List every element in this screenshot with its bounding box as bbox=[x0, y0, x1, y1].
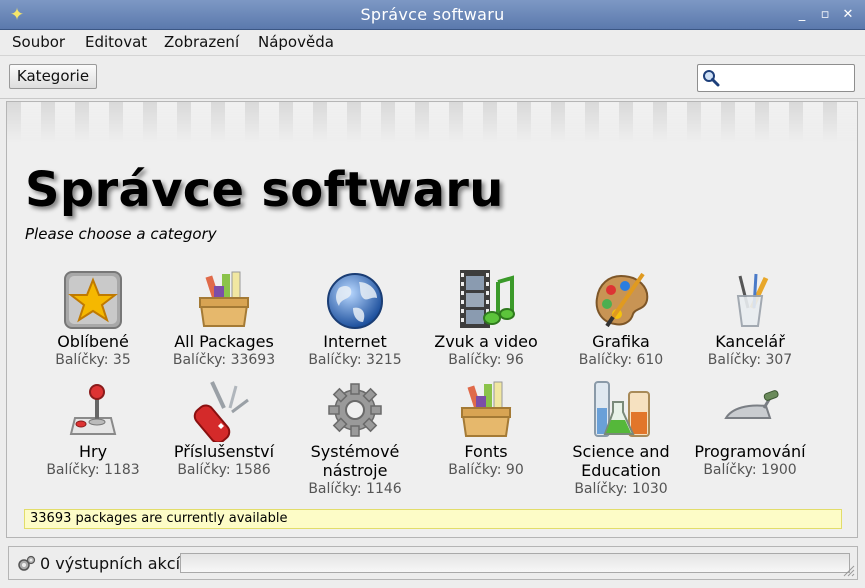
category-name: Science and Education bbox=[572, 442, 670, 480]
category-view: Správce softwaru Please choose a categor… bbox=[6, 101, 858, 538]
star-icon bbox=[64, 271, 122, 329]
lab-flask-icon bbox=[594, 381, 650, 437]
category-games[interactable]: Hry Balíčky: 1183 bbox=[24, 378, 162, 479]
header-stripes bbox=[7, 102, 857, 142]
category-name: Oblíbené bbox=[57, 332, 129, 351]
search-box[interactable] bbox=[697, 64, 855, 92]
packages-available-status: 33693 packages are currently available bbox=[24, 509, 842, 529]
search-input[interactable] bbox=[722, 68, 850, 88]
package-box-icon bbox=[198, 271, 250, 327]
gears-icon[interactable] bbox=[16, 554, 36, 574]
category-name: All Packages bbox=[174, 332, 274, 351]
category-accessories[interactable]: Příslušenství Balíčky: 1586 bbox=[155, 378, 293, 479]
category-count: Balíčky: 1900 bbox=[703, 462, 797, 478]
resize-grip-icon[interactable] bbox=[841, 563, 855, 577]
page-title: Správce softwaru bbox=[25, 162, 504, 218]
category-count: Balíčky: 3215 bbox=[308, 352, 402, 368]
category-all-packages[interactable]: All Packages Balíčky: 33693 bbox=[155, 268, 293, 369]
category-name: Kancelář bbox=[715, 332, 785, 351]
category-button[interactable]: Kategorie bbox=[9, 64, 97, 89]
category-count: Balíčky: 1183 bbox=[46, 462, 140, 478]
category-favorites[interactable]: Oblíbené Balíčky: 35 bbox=[24, 268, 162, 369]
window-title: Správce softwaru bbox=[360, 5, 505, 24]
category-sound-video[interactable]: Zvuk a video Balíčky: 96 bbox=[417, 268, 555, 369]
menu-file[interactable]: Soubor bbox=[12, 33, 65, 51]
menu-help[interactable]: Nápověda bbox=[258, 33, 334, 51]
progress-bar bbox=[180, 553, 850, 573]
palette-icon bbox=[595, 272, 649, 328]
pending-actions-label: 0 výstupních akcí bbox=[40, 554, 181, 573]
title-bar: ✦ Správce softwaru _ ▫ ✕ bbox=[0, 0, 865, 30]
category-count: Balíčky: 33693 bbox=[172, 352, 276, 368]
category-graphics[interactable]: Grafika Balíčky: 610 bbox=[552, 268, 690, 369]
menu-bar: Soubor Editovat Zobrazení Nápověda bbox=[0, 30, 865, 56]
category-count: Balíčky: 610 bbox=[578, 352, 664, 368]
category-count: Balíčky: 307 bbox=[707, 352, 793, 368]
category-name: Fonts bbox=[464, 442, 508, 461]
category-fonts[interactable]: Fonts Balíčky: 90 bbox=[417, 378, 555, 479]
status-bar: 0 výstupních akcí bbox=[8, 546, 858, 580]
category-science-education[interactable]: Science and Education Balíčky: 1030 bbox=[552, 378, 690, 498]
trowel-icon bbox=[724, 390, 779, 419]
category-count: Balíčky: 1030 bbox=[574, 481, 668, 497]
category-programming[interactable]: Programování Balíčky: 1900 bbox=[681, 378, 819, 479]
category-name: Hry bbox=[78, 442, 108, 461]
minimize-icon[interactable]: _ bbox=[793, 6, 811, 24]
close-icon[interactable]: ✕ bbox=[839, 6, 857, 24]
category-name: Internet bbox=[323, 332, 387, 351]
category-name: Grafika bbox=[592, 332, 650, 351]
category-office[interactable]: Kancelář Balíčky: 307 bbox=[681, 268, 819, 369]
page-subtitle: Please choose a category bbox=[25, 225, 217, 243]
category-internet[interactable]: Internet Balíčky: 3215 bbox=[286, 268, 424, 369]
menu-view[interactable]: Zobrazení bbox=[164, 33, 239, 51]
category-count: Balíčky: 1146 bbox=[308, 481, 402, 497]
category-count: Balíčky: 35 bbox=[55, 352, 131, 368]
category-system-tools[interactable]: Systémové nástroje Balíčky: 1146 bbox=[286, 378, 424, 498]
category-name: Programování bbox=[694, 442, 806, 461]
gear-icon bbox=[328, 383, 382, 437]
toolbar: Kategorie bbox=[0, 57, 865, 99]
pencil-cup-icon bbox=[736, 273, 769, 327]
globe-icon bbox=[327, 273, 383, 329]
swiss-knife-icon bbox=[193, 381, 249, 444]
joystick-icon bbox=[69, 384, 117, 435]
menu-edit[interactable]: Editovat bbox=[85, 33, 147, 51]
category-name: Systémové nástroje bbox=[310, 442, 400, 480]
film-music-icon bbox=[460, 270, 515, 328]
search-icon bbox=[703, 70, 720, 87]
category-name: Zvuk a video bbox=[434, 332, 538, 351]
category-name: Příslušenství bbox=[173, 442, 275, 461]
category-count: Balíčky: 90 bbox=[448, 462, 524, 478]
maximize-icon[interactable]: ▫ bbox=[816, 6, 834, 24]
category-count: Balíčky: 1586 bbox=[177, 462, 271, 478]
category-count: Balíčky: 96 bbox=[448, 352, 524, 368]
package-box-icon bbox=[460, 381, 512, 437]
